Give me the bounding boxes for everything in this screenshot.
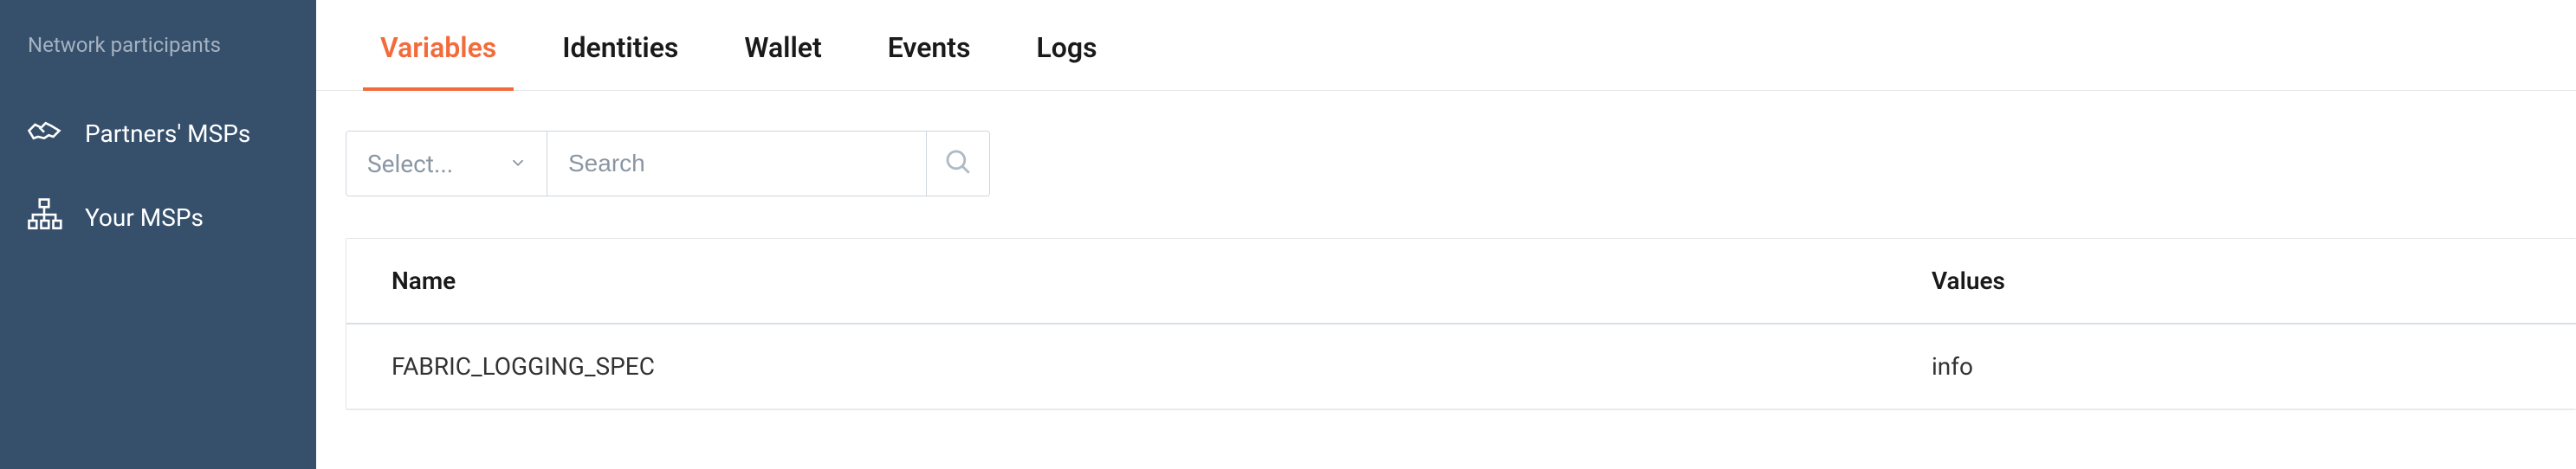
tab-bar: Variables Identities Wallet Events Logs (316, 16, 2576, 91)
tab-variables[interactable]: Variables (380, 16, 496, 90)
tab-identities[interactable]: Identities (562, 16, 678, 90)
filter-select-placeholder: Select... (367, 150, 453, 178)
org-tree-icon (26, 196, 62, 239)
filter-group: Select... (346, 131, 990, 196)
table-header: Name Values (346, 239, 2576, 324)
variables-table: Name Values FABRIC_LOGGING_SPEC info (346, 238, 2576, 410)
cell-name: FABRIC_LOGGING_SPEC (346, 324, 1932, 408)
search-input[interactable] (547, 132, 927, 196)
column-header-name[interactable]: Name (346, 239, 1932, 323)
search-button[interactable] (927, 132, 989, 196)
sidebar: Network participants Partners' MSPs Your… (0, 0, 316, 469)
search-icon (943, 147, 973, 180)
tab-logs[interactable]: Logs (1036, 16, 1097, 90)
sidebar-item-your-msps[interactable]: Your MSPs (0, 176, 316, 260)
handshake-icon (26, 112, 62, 155)
sidebar-item-partners-msps[interactable]: Partners' MSPs (0, 92, 316, 176)
column-header-values[interactable]: Values (1932, 239, 2576, 323)
filter-toolbar: Select... (316, 91, 2576, 196)
cell-values: info (1932, 324, 2576, 408)
table-row[interactable]: FABRIC_LOGGING_SPEC info (346, 324, 2576, 409)
sidebar-item-label: Partners' MSPs (85, 119, 250, 148)
chevron-down-icon (508, 150, 527, 178)
main-content: Variables Identities Wallet Events Logs … (316, 0, 2576, 469)
sidebar-section-title: Network participants (0, 33, 316, 92)
sidebar-item-label: Your MSPs (85, 203, 204, 232)
tab-events[interactable]: Events (888, 16, 971, 90)
tab-wallet[interactable]: Wallet (744, 16, 821, 90)
filter-select[interactable]: Select... (346, 132, 547, 196)
